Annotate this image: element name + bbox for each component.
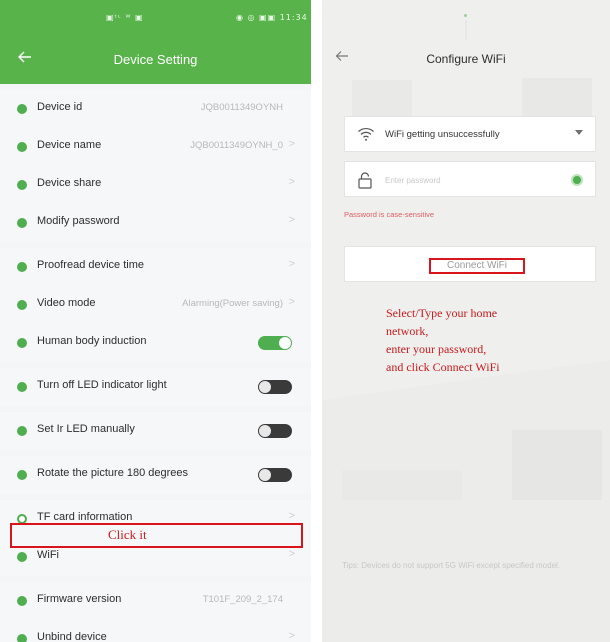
chevron-right-icon: > (288, 296, 295, 308)
settings-item-modify-password[interactable]: Modify password > (0, 204, 311, 242)
bullet-icon (17, 104, 27, 114)
wifi-selected-value: WiFi getting unsuccessfully (385, 129, 500, 140)
settings-item-device-share[interactable]: Device share > (0, 166, 311, 204)
settings-list: Device id JQB0011349OYNH Device name JQB… (0, 84, 311, 642)
instruction-line: enter your password, (386, 342, 487, 356)
bullet-icon (17, 596, 27, 606)
settings-item-label: Device share (37, 177, 102, 189)
settings-item-label: Video mode (37, 297, 96, 309)
bullet-icon (17, 426, 27, 436)
led-indicator-toggle[interactable] (258, 380, 292, 394)
bullet-icon (17, 470, 27, 480)
bullet-icon (17, 300, 27, 310)
instruction-line: and click Connect WiFi (386, 360, 500, 374)
lock-icon (358, 172, 372, 189)
status-bar: ▣ᵗᶫ ᵂ ▣ ◉ ◎ ▣▣ 11:34 (0, 10, 311, 28)
rotate-picture-toggle[interactable] (258, 468, 292, 482)
instruction-line: Select/Type your home (386, 306, 498, 320)
settings-item-label: Turn off LED indicator light (37, 379, 167, 391)
settings-item-ir-led: Set Ir LED manually (0, 412, 311, 450)
settings-item-label: Device name (37, 139, 102, 151)
device-setting-screen: ▣ᵗᶫ ᵂ ▣ ◉ ◎ ▣▣ 11:34 Device Setting Devi… (0, 0, 311, 642)
chevron-right-icon: > (288, 176, 295, 188)
bullet-icon (17, 338, 27, 348)
password-field (344, 161, 596, 197)
title-bar: Device Setting (0, 42, 311, 78)
password-hint: Password is case-sensitive (344, 210, 435, 219)
settings-item-label: Rotate the picture 180 degrees (37, 467, 189, 479)
eye-icon[interactable] (571, 174, 583, 186)
settings-item-value: JQB0011349OYNH_0 (190, 140, 283, 151)
chevron-right-icon: > (288, 510, 295, 522)
chevron-right-icon: > (288, 258, 295, 270)
settings-item-label: Set Ir LED manually (37, 423, 135, 435)
click-it-annotation: Click it (108, 527, 147, 542)
page-title: Device Setting (113, 52, 198, 67)
settings-item-label: TF card information (37, 511, 133, 523)
settings-item-label: Firmware version (37, 593, 122, 605)
settings-item-unbind[interactable]: Unbind device > (0, 620, 311, 642)
ir-led-toggle[interactable] (258, 424, 292, 438)
title-bar: Configure WiFi (322, 42, 610, 78)
bullet-icon (17, 552, 27, 562)
password-input[interactable] (385, 172, 545, 188)
settings-item-value: JQB0011349OYNH (200, 102, 283, 113)
dropdown-caret-icon (575, 130, 583, 135)
settings-item-label: WiFi (37, 549, 59, 561)
wifi-network-select[interactable]: WiFi getting unsuccessfully (344, 116, 596, 152)
page-title: Configure WiFi (426, 52, 506, 66)
configure-wifi-screen: Configure WiFi WiFi getting unsuccessful… (322, 0, 610, 642)
chevron-right-icon: > (288, 630, 295, 642)
settings-item-proofread-time[interactable]: Proofread device time > (0, 248, 311, 286)
wifi-icon (358, 127, 374, 141)
settings-item-human-body-induction: Human body induction (0, 324, 311, 362)
status-left: ▣ᵗᶫ ᵂ ▣ (106, 13, 144, 22)
bullet-icon (17, 382, 27, 392)
instruction-line: network, (386, 324, 429, 338)
settings-item-label: Human body induction (37, 335, 147, 347)
settings-item-video-mode[interactable]: Video mode Alarming(Power saving) > (0, 286, 311, 324)
bullet-icon (17, 634, 27, 642)
bullet-icon (17, 262, 27, 272)
chevron-right-icon: > (288, 138, 295, 150)
settings-item-label: Device id (37, 101, 83, 113)
instruction-annotation: Select/Type your home network, enter you… (386, 304, 500, 376)
bullet-icon (17, 142, 27, 152)
connect-wifi-label: Connect WiFi (429, 258, 525, 274)
settings-item-device-id[interactable]: Device id JQB0011349OYNH (0, 90, 311, 128)
status-right: ◉ ◎ ▣▣ 11:34 (236, 13, 308, 22)
settings-item-value: Alarming(Power saving) (182, 298, 283, 309)
status-indicator (464, 14, 467, 17)
settings-item-label: Unbind device (37, 631, 107, 642)
wifi-highlight-box (10, 523, 303, 548)
settings-item-device-name[interactable]: Device name JQB0011349OYNH_0 > (0, 128, 311, 166)
human-body-induction-toggle[interactable] (258, 336, 292, 350)
settings-item-label: Proofread device time (37, 259, 144, 271)
settings-item-rotate-picture: Rotate the picture 180 degrees (0, 456, 311, 494)
settings-item-label: Modify password (37, 215, 120, 227)
settings-item-value: T101F_209_2_174 (202, 594, 283, 605)
bullet-icon (17, 180, 27, 190)
tips-text: Tips: Devices do not support 5G WiFi exc… (342, 561, 561, 570)
settings-item-led-indicator: Turn off LED indicator light (0, 368, 311, 406)
chevron-right-icon: > (288, 548, 295, 560)
header-bar: ▣ᵗᶫ ᵂ ▣ ◉ ◎ ▣▣ 11:34 Device Setting (0, 0, 311, 84)
bullet-icon (17, 218, 27, 228)
settings-item-firmware[interactable]: Firmware version T101F_209_2_174 (0, 582, 311, 620)
chevron-right-icon: > (288, 214, 295, 226)
